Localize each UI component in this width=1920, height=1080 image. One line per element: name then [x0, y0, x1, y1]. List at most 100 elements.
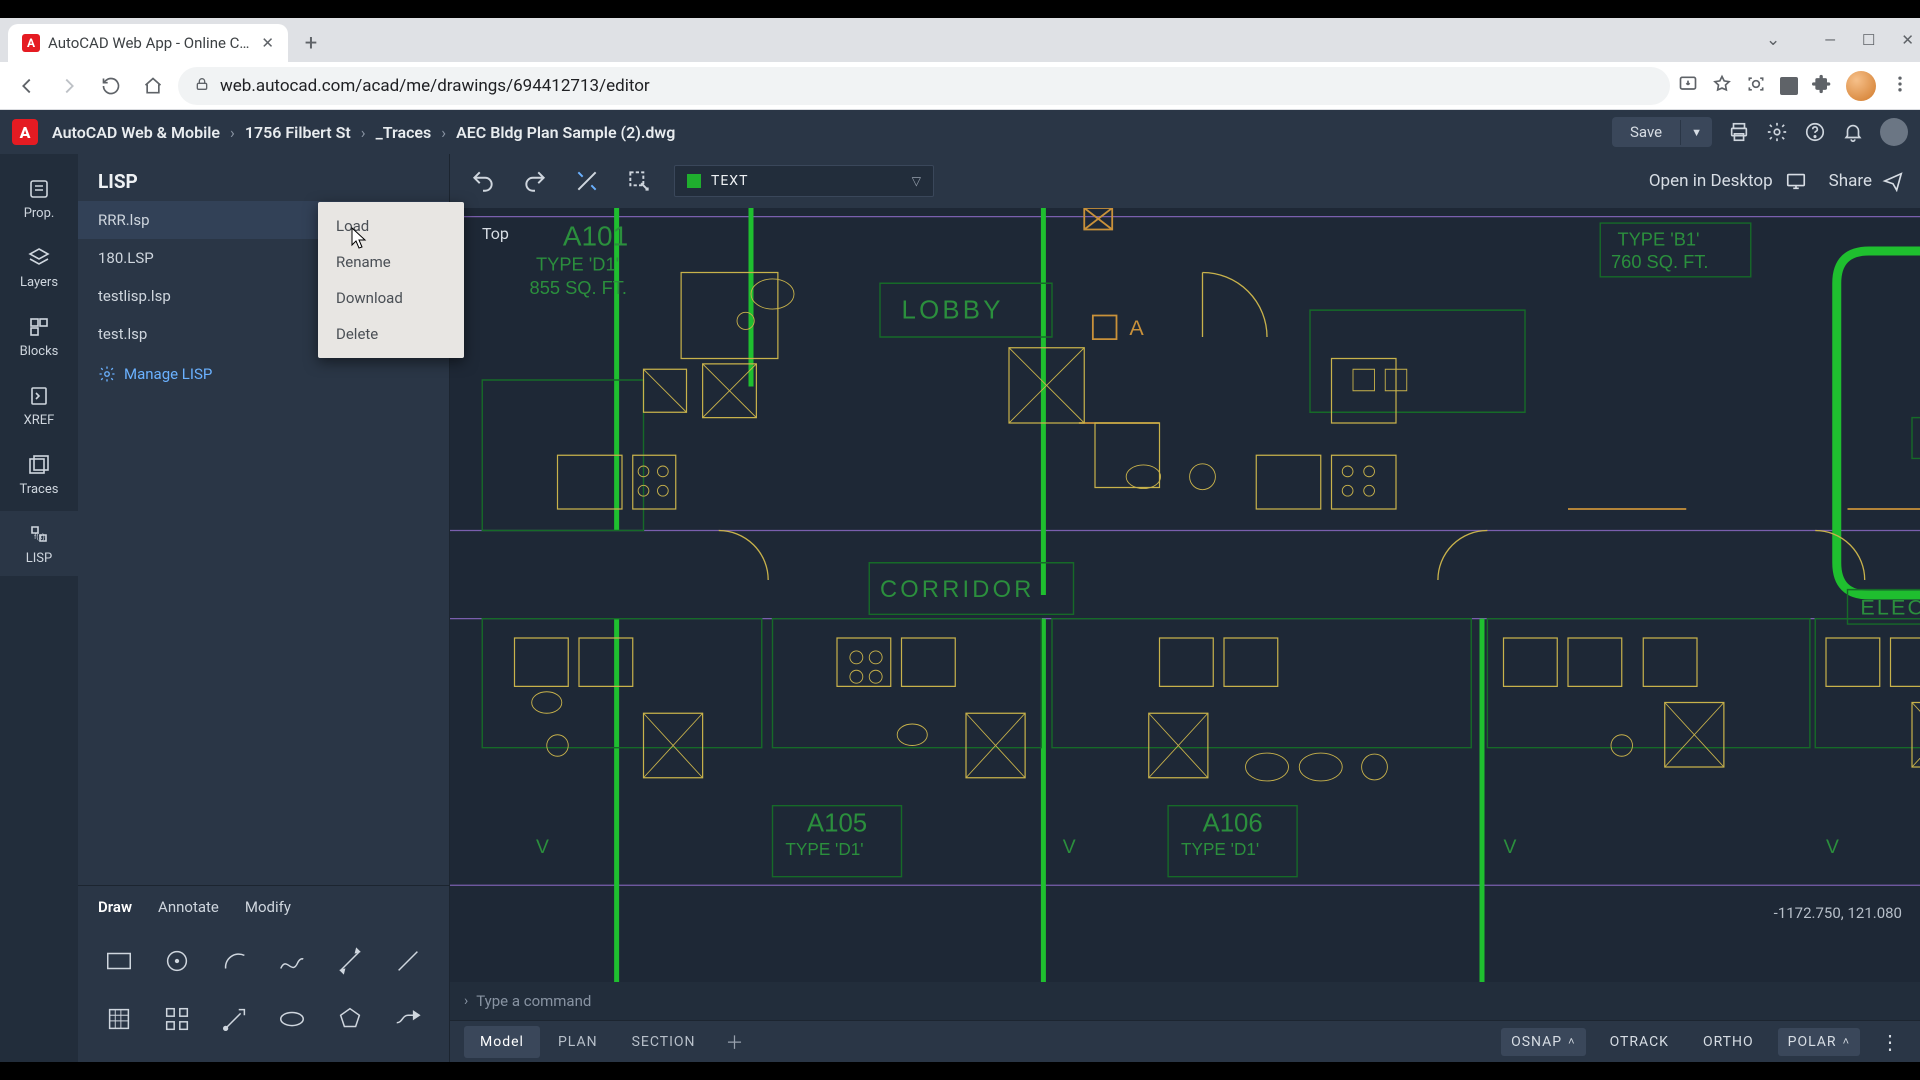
tab-section[interactable]: SECTION [616, 1026, 712, 1058]
profile-avatar[interactable] [1846, 71, 1876, 101]
autocad-logo[interactable]: A [12, 119, 38, 145]
tab-annotate[interactable]: Annotate [158, 898, 219, 922]
cursor-coordinates: -1172.750, 121.080 [1774, 904, 1902, 922]
lisp-file-name: RRR.lsp [98, 211, 150, 229]
tool-hatch[interactable] [96, 996, 142, 1042]
rail-properties[interactable]: Prop. [0, 166, 78, 231]
xref-icon [26, 383, 52, 409]
rail-xref[interactable]: XREF [0, 373, 78, 438]
svg-text:V: V [1063, 836, 1076, 858]
add-layout-button[interactable]: ＋ [714, 1025, 757, 1059]
address-bar[interactable]: web.autocad.com/acad/me/drawings/6944127… [178, 67, 1670, 105]
autocad-favicon: A [22, 34, 40, 52]
svg-text:760 SQ. FT.: 760 SQ. FT. [1611, 251, 1708, 272]
tool-line[interactable] [385, 938, 431, 984]
statusbar-menu-icon[interactable]: ⋮ [1874, 1030, 1906, 1054]
reload-button[interactable] [94, 69, 128, 103]
tab-modify[interactable]: Modify [245, 898, 291, 922]
lisp-file-name: test.lsp [98, 325, 147, 343]
breadcrumb: AutoCAD Web & Mobile › 1756 Filbert St ›… [52, 123, 675, 142]
command-line[interactable]: › Type a command [450, 982, 1920, 1020]
tab-model[interactable]: Model [464, 1026, 540, 1058]
close-tab-icon[interactable]: ✕ [261, 34, 274, 52]
rail-blocks[interactable]: Blocks [0, 304, 78, 369]
crumb-folder[interactable]: 1756 Filbert St [245, 123, 351, 142]
tool-polyline-arrow[interactable] [385, 996, 431, 1042]
lisp-icon: f(x) [26, 521, 52, 547]
tool-polygon[interactable] [327, 996, 373, 1042]
manage-lisp-button[interactable]: Manage LISP [78, 353, 449, 395]
open-in-desktop-button[interactable]: Open in Desktop [1649, 170, 1807, 192]
tab-draw[interactable]: Draw [98, 898, 132, 922]
close-window-icon[interactable]: ✕ [1901, 31, 1914, 49]
rail-lisp[interactable]: f(x) LISP [0, 511, 78, 576]
blocks-icon [26, 314, 52, 340]
measure-icon[interactable] [570, 164, 604, 198]
rail-label: Blocks [20, 344, 59, 359]
layer-color-swatch [687, 174, 701, 188]
crumb-product[interactable]: AutoCAD Web & Mobile [52, 123, 220, 142]
extensions-icon[interactable] [1812, 74, 1832, 98]
redo-button[interactable] [518, 164, 552, 198]
canvas-area: TEXT ▽ Open in Desktop Share [450, 154, 1920, 1062]
maximize-icon[interactable]: ☐ [1862, 31, 1875, 49]
user-avatar[interactable] [1880, 118, 1908, 146]
tab-plan[interactable]: PLAN [542, 1026, 614, 1058]
tab-overflow-icon[interactable]: ⌄ [1766, 30, 1780, 50]
crumb-file[interactable]: AEC Bldg Plan Sample (2).dwg [456, 123, 675, 142]
tool-ray[interactable] [212, 996, 258, 1042]
canvas-toolbar: TEXT ▽ Open in Desktop Share [450, 154, 1920, 208]
toggle-ortho[interactable]: ORTHO [1693, 1028, 1764, 1056]
print-icon[interactable] [1728, 121, 1750, 143]
lens-icon[interactable] [1746, 74, 1766, 98]
bookmark-icon[interactable] [1712, 74, 1732, 98]
help-icon[interactable] [1804, 121, 1826, 143]
app-header: A AutoCAD Web & Mobile › 1756 Filbert St… [0, 110, 1920, 154]
drawing-canvas[interactable]: Top [450, 208, 1920, 982]
new-tab-button[interactable]: + [294, 26, 328, 60]
tool-arc[interactable] [212, 938, 258, 984]
install-app-icon[interactable] [1678, 74, 1698, 98]
layer-dropdown[interactable]: TEXT ▽ [674, 165, 934, 197]
left-rail: Prop. Layers Blocks XREF Traces [0, 154, 78, 1062]
toggle-otrack[interactable]: OTRACK [1600, 1028, 1679, 1056]
ctx-rename[interactable]: Rename [318, 244, 464, 280]
rail-label: Layers [20, 275, 58, 290]
tool-array[interactable] [154, 996, 200, 1042]
ctx-load[interactable]: Load [318, 208, 464, 244]
open-desktop-label: Open in Desktop [1649, 171, 1773, 191]
svg-text:A: A [1129, 316, 1144, 340]
notifications-icon[interactable] [1842, 121, 1864, 143]
browser-tabstrip: A AutoCAD Web App - Online CAD ✕ + ⌄ — ☐… [0, 18, 1920, 62]
save-caret[interactable]: ▼ [1680, 120, 1712, 145]
layer-name: TEXT [711, 173, 748, 189]
crumb-traces[interactable]: _Traces [376, 123, 432, 142]
tool-ellipse[interactable] [269, 996, 315, 1042]
chrome-menu-icon[interactable] [1890, 74, 1910, 98]
ctx-download[interactable]: Download [318, 280, 464, 316]
tool-line-both[interactable] [327, 938, 373, 984]
traces-icon [26, 452, 52, 478]
save-button[interactable]: Save ▼ [1612, 117, 1712, 147]
url-text: web.autocad.com/acad/me/drawings/6944127… [220, 76, 650, 96]
tool-circle[interactable] [154, 938, 200, 984]
settings-icon[interactable] [1766, 121, 1788, 143]
tool-spline[interactable] [269, 938, 315, 984]
toggle-polar[interactable]: POLAR˄ [1778, 1028, 1860, 1056]
toggle-osnap[interactable]: OSNAP˄ [1501, 1028, 1585, 1056]
home-button[interactable] [136, 69, 170, 103]
select-window-icon[interactable] [622, 164, 656, 198]
sidepanel-icon[interactable] [1780, 77, 1798, 95]
browser-tab[interactable]: A AutoCAD Web App - Online CAD ✕ [8, 24, 288, 62]
back-button[interactable] [10, 69, 44, 103]
ctx-delete[interactable]: Delete [318, 316, 464, 352]
minimize-icon[interactable]: — [1824, 31, 1836, 49]
rail-layers[interactable]: Layers [0, 235, 78, 300]
share-button[interactable]: Share [1829, 170, 1904, 192]
undo-button[interactable] [466, 164, 500, 198]
forward-button[interactable] [52, 69, 86, 103]
tool-rectangle[interactable] [96, 938, 142, 984]
rail-label: Prop. [24, 206, 55, 221]
svg-text:f(x): f(x) [34, 533, 45, 541]
rail-traces[interactable]: Traces [0, 442, 78, 507]
